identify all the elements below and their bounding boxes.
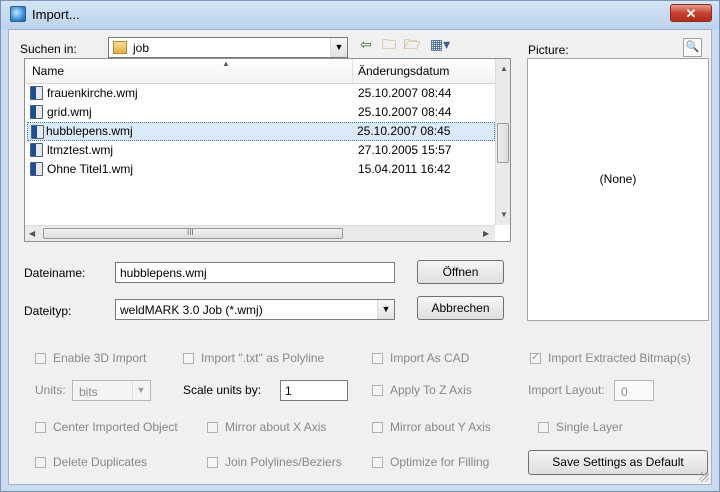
scroll-thumb[interactable]: III [43, 228, 343, 239]
close-button[interactable]: ✕ [670, 4, 712, 22]
column-name[interactable]: Name [32, 64, 64, 78]
grip-label: III [187, 228, 194, 237]
center-object-checkbox[interactable] [35, 422, 46, 433]
new-folder-icon[interactable]: 🗁 [403, 36, 421, 52]
import-txt-checkbox[interactable] [183, 353, 194, 364]
sort-ascending-icon: ▲ [222, 59, 230, 68]
preview-icon[interactable]: 🔍 [683, 38, 702, 57]
single-layer-checkbox[interactable] [538, 422, 549, 433]
scale-input[interactable]: 1 [280, 380, 348, 401]
list-item[interactable]: frauenkirche.wmj 25.10.2007 08:44 [27, 84, 495, 103]
open-button[interactable]: Öffnen [417, 260, 504, 284]
file-date: 25.10.2007 08:44 [358, 105, 452, 119]
mirror-y-label: Mirror about Y Axis [390, 420, 491, 434]
file-date: 25.10.2007 08:44 [358, 86, 452, 100]
scroll-thumb[interactable] [497, 123, 509, 163]
filename-input[interactable]: hubblepens.wmj [115, 262, 395, 283]
up-folder-icon[interactable]: 🗀 [380, 36, 398, 52]
center-object-label: Center Imported Object [53, 420, 178, 434]
delete-duplicates-checkbox[interactable] [35, 457, 46, 468]
list-item[interactable]: Ohne Titel1.wmj 15.04.2011 16:42 [27, 160, 495, 179]
import-layout-value: 0 [621, 385, 628, 399]
folder-icon [113, 41, 127, 54]
file-name: hubblepens.wmj [46, 124, 133, 138]
filetype-combo[interactable]: weldMARK 3.0 Job (*.wmj) ▼ [115, 299, 395, 320]
units-combo[interactable]: bits ▼ [72, 380, 151, 401]
join-polylines-checkbox[interactable] [207, 457, 218, 468]
lookin-value: job [133, 41, 150, 55]
file-date: 27.10.2005 15:57 [358, 143, 452, 157]
column-separator[interactable] [352, 59, 353, 83]
lookin-label: Suchen in: [20, 42, 77, 56]
file-list[interactable]: ▲ Name Änderungsdatum frauenkirche.wmj 2… [24, 58, 511, 242]
list-item[interactable]: ltmztest.wmj 27.10.2005 15:57 [27, 141, 495, 160]
title-bar[interactable]: Import... ✕ [1, 1, 719, 29]
picture-label: Picture: [528, 43, 569, 57]
import-bitmaps-checkbox[interactable] [530, 350, 541, 364]
vertical-scrollbar[interactable]: ▲ ▼ [495, 59, 510, 225]
horizontal-scrollbar[interactable]: ◀ III ▶ [25, 225, 495, 241]
import-layout-input[interactable]: 0 [614, 380, 654, 401]
scroll-right-icon[interactable]: ▶ [483, 229, 489, 238]
file-name: grid.wmj [47, 105, 92, 119]
import-layout-label: Import Layout: [528, 383, 605, 397]
file-icon [30, 162, 43, 176]
picture-preview: (None) [527, 58, 709, 321]
enable-3d-label: Enable 3D Import [53, 351, 147, 365]
mirror-x-checkbox[interactable] [207, 422, 218, 433]
list-item[interactable]: grid.wmj 25.10.2007 08:44 [27, 103, 495, 122]
lookin-combo[interactable]: job ▼ [108, 37, 348, 58]
file-icon [30, 143, 43, 157]
file-icon [31, 125, 44, 139]
mirror-x-label: Mirror about X Axis [225, 420, 327, 434]
optimize-filling-label: Optimize for Filling [390, 455, 490, 469]
chevron-down-icon[interactable]: ▼ [132, 382, 149, 399]
file-name: ltmztest.wmj [47, 143, 113, 157]
file-icon [30, 105, 43, 119]
units-label: Units: [35, 383, 66, 397]
mirror-y-checkbox[interactable] [372, 422, 383, 433]
app-icon [10, 6, 26, 22]
filename-label: Dateiname: [24, 266, 86, 280]
view-menu-icon[interactable]: ▦▾ [427, 36, 453, 52]
scroll-up-icon[interactable]: ▲ [500, 64, 508, 73]
enable-3d-checkbox[interactable] [35, 353, 46, 364]
chevron-down-icon[interactable]: ▼ [377, 300, 394, 319]
units-value: bits [79, 385, 98, 399]
back-arrow-icon[interactable]: ⇦ [357, 36, 375, 52]
join-polylines-label: Join Polylines/Beziers [225, 455, 342, 469]
filetype-label: Dateityp: [24, 304, 72, 318]
delete-duplicates-label: Delete Duplicates [53, 455, 148, 469]
file-list-header: ▲ Name Änderungsdatum [25, 59, 495, 84]
file-date: 25.10.2007 08:45 [357, 124, 451, 138]
column-date[interactable]: Änderungsdatum [358, 64, 449, 78]
scroll-down-icon[interactable]: ▼ [500, 210, 508, 219]
import-cad-checkbox[interactable] [372, 353, 383, 364]
close-icon: ✕ [685, 6, 697, 21]
file-name: frauenkirche.wmj [47, 86, 138, 100]
filetype-value: weldMARK 3.0 Job (*.wmj) [120, 303, 263, 317]
resize-grip-icon[interactable] [699, 472, 709, 482]
apply-z-checkbox[interactable] [372, 385, 383, 396]
dialog-body: Suchen in: job ▼ ⇦ 🗀 🗁 ▦▾ Picture: 🔍 ▲ N… [8, 29, 712, 485]
optimize-filling-checkbox[interactable] [372, 457, 383, 468]
apply-z-label: Apply To Z Axis [390, 383, 472, 397]
picture-none-text: (None) [599, 172, 637, 186]
scroll-left-icon[interactable]: ◀ [29, 229, 35, 238]
file-name: Ohne Titel1.wmj [47, 162, 134, 176]
chevron-down-icon[interactable]: ▼ [330, 38, 347, 57]
file-date: 15.04.2011 16:42 [358, 162, 451, 176]
cancel-button[interactable]: Abbrechen [417, 296, 504, 320]
import-dialog: Import... ✕ Suchen in: job ▼ ⇦ 🗀 🗁 ▦▾ Pi… [0, 0, 720, 492]
single-layer-label: Single Layer [556, 420, 623, 434]
import-txt-label: Import ".txt" as Polyline [201, 351, 325, 365]
list-item-selected[interactable]: hubblepens.wmj 25.10.2007 08:45 [27, 122, 495, 141]
file-icon [30, 86, 43, 100]
save-settings-button[interactable]: Save Settings as Default [528, 450, 708, 475]
scale-label: Scale units by: [183, 383, 262, 397]
import-cad-label: Import As CAD [390, 351, 470, 365]
import-bitmaps-label: Import Extracted Bitmap(s) [548, 351, 691, 365]
window-title: Import... [32, 7, 80, 22]
